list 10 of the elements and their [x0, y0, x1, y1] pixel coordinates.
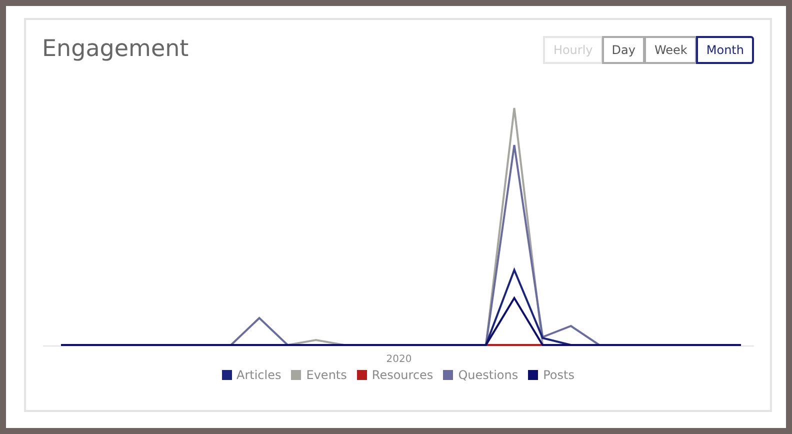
range-tab[interactable]: Month [696, 36, 754, 64]
axis-label: 2020 [386, 354, 412, 365]
legend-label: Articles [236, 368, 282, 382]
legend-label: Posts [543, 368, 574, 382]
legend-label: Resources [372, 368, 434, 382]
range-tab[interactable]: Day [602, 36, 646, 64]
range-tab[interactable]: Week [644, 36, 698, 64]
legend-label: Events [306, 368, 347, 382]
card-title: Engagement [42, 36, 189, 62]
legend-label: Questions [458, 368, 518, 382]
